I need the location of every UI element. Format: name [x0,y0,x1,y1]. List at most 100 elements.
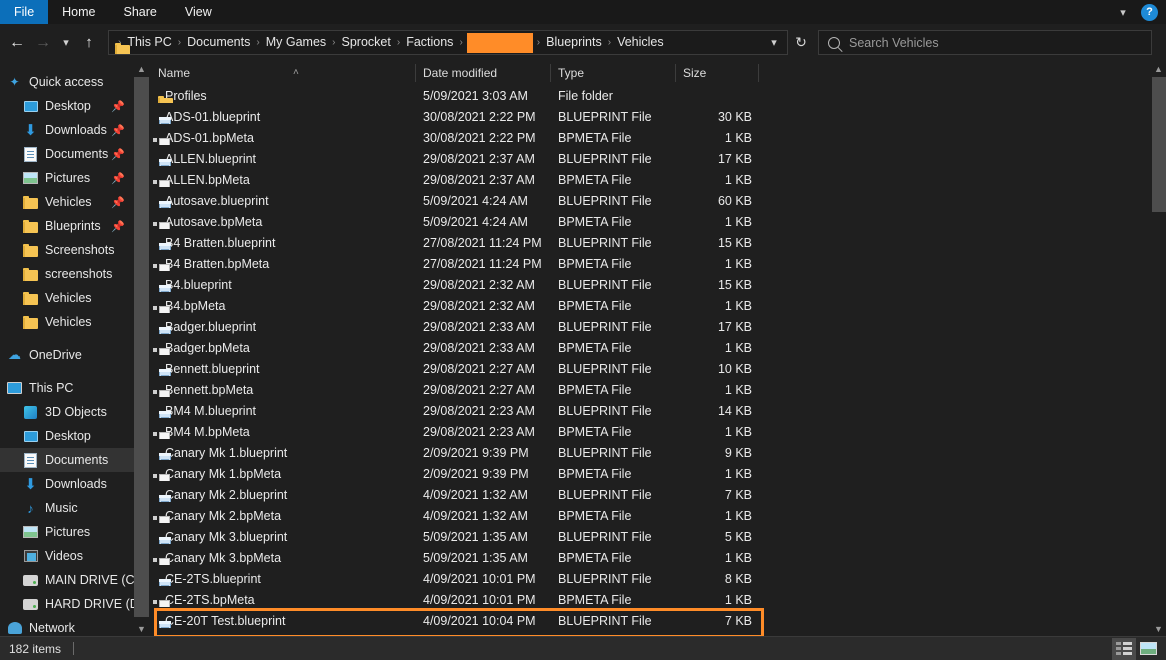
scroll-down-icon[interactable]: ▼ [1151,621,1166,636]
tab-home[interactable]: Home [48,0,109,24]
tab-view[interactable]: View [171,0,226,24]
tab-file[interactable]: File [0,0,49,24]
pin-icon[interactable]: 📌 [111,196,125,209]
table-row[interactable]: Canary Mk 1.bpMeta 2/09/2021 9:39 PM BPMET… [150,463,1151,484]
table-row[interactable]: B4 Bratten.blueprint 27/08/2021 11:24 PM B… [150,232,1151,253]
file-name-cell[interactable]: Badger.blueprint [150,320,415,334]
table-row[interactable]: B4.bpMeta 29/08/2021 2:32 AM BPMETA File 1 … [150,295,1151,316]
sidebar-item-3d-objects[interactable]: 3D Objects [0,400,134,424]
sidebar-group-quick-access[interactable]: ✦ Quick access [0,70,134,94]
arrow-up-icon[interactable]: ↑ [76,30,102,56]
thumbnails-view-icon[interactable] [1136,638,1160,660]
file-name-cell[interactable]: Profiles [150,89,415,103]
sidebar-item-vehicles-1[interactable]: Vehicles 📌 [0,190,134,214]
sidebar-item-videos[interactable]: Videos [0,544,134,568]
sidebar-item-vehicles-3[interactable]: Vehicles [0,310,134,334]
table-row[interactable]: BM4 M.blueprint 29/08/2021 2:23 AM BLUEPRI… [150,400,1151,421]
table-row[interactable]: Bennett.blueprint 29/08/2021 2:27 AM BLUEP… [150,358,1151,379]
scroll-up-icon[interactable]: ▲ [134,61,149,76]
table-row[interactable]: CE-20T Test.blueprint 4/09/2021 10:04 PM B… [150,608,1151,636]
file-name-cell[interactable]: ADS-01.blueprint [150,110,415,124]
table-row[interactable]: Autosave.bpMeta 5/09/2021 4:24 AM BPMETA F… [150,211,1151,232]
file-name-cell[interactable]: Canary Mk 2.bpMeta [150,509,415,523]
chevron-down-icon[interactable]: ▾ [56,30,76,56]
sidebar-item-pc-desktop[interactable]: Desktop [0,424,134,448]
sidebar-item-pc-pictures[interactable]: Pictures [0,520,134,544]
column-header-type[interactable]: Type [550,61,675,85]
file-name-cell[interactable]: Autosave.bpMeta [150,215,415,229]
table-row[interactable]: Badger.blueprint 29/08/2021 2:33 AM BLUEPR… [150,316,1151,337]
table-row[interactable]: B4 Bratten.bpMeta 27/08/2021 11:24 PM BPME… [150,253,1151,274]
file-name-cell[interactable]: Canary Mk 1.blueprint [150,446,415,460]
table-row[interactable]: ADS-01.blueprint 30/08/2021 2:22 PM BLUEPR… [150,106,1151,127]
table-row[interactable]: Canary Mk 3.bpMeta 5/09/2021 1:35 AM BPMET… [150,547,1151,568]
sidebar-item-downloads[interactable]: ⬇ Downloads 📌 [0,118,134,142]
sidebar-group-onedrive[interactable]: ☁ OneDrive [0,343,134,367]
file-list-scrollbar[interactable]: ▲ ▼ [1151,61,1166,636]
chevron-down-icon[interactable]: ▾ [1115,4,1131,20]
table-row[interactable]: Canary Mk 2.bpMeta 4/09/2021 1:32 AM BPMET… [150,505,1151,526]
file-name-cell[interactable]: Bennett.bpMeta [150,383,415,397]
table-row[interactable]: BM4 M.bpMeta 29/08/2021 2:23 AM BPMETA Fil… [150,421,1151,442]
sidebar-item-blueprints[interactable]: Blueprints 📌 [0,214,134,238]
help-button[interactable]: ? [1141,3,1158,21]
file-name-cell[interactable]: Canary Mk 2.blueprint [150,488,415,502]
scroll-down-icon[interactable]: ▼ [134,621,149,636]
breadcrumb-vehicles[interactable]: Vehicles [612,31,669,54]
sidebar-group-network[interactable]: Network [0,616,134,636]
file-name-cell[interactable]: CE-2TS.blueprint [150,572,415,586]
tab-share[interactable]: Share [110,0,171,24]
file-name-cell[interactable]: CE-20T Test.blueprint [150,614,415,628]
sidebar-item-music[interactable]: ♪ Music [0,496,134,520]
scrollbar-thumb[interactable] [134,77,149,617]
sidebar-group-this-pc[interactable]: This PC [0,376,134,400]
file-name-cell[interactable]: Canary Mk 1.bpMeta [150,467,415,481]
pin-icon[interactable]: 📌 [111,172,125,185]
sidebar-item-main-drive[interactable]: MAIN DRIVE (C:) [0,568,134,592]
address-bar[interactable]: › This PC › Documents › My Games › Sproc… [108,30,788,55]
table-row[interactable]: ADS-01.bpMeta 30/08/2021 2:22 PM BPMETA Fi… [150,127,1151,148]
table-row[interactable]: Bennett.bpMeta 29/08/2021 2:27 AM BPMETA F… [150,379,1151,400]
file-name-cell[interactable]: BM4 M.bpMeta [150,425,415,439]
table-row[interactable]: ALLEN.blueprint 29/08/2021 2:37 AM BLUEPRI… [150,148,1151,169]
file-name-cell[interactable]: BM4 M.blueprint [150,404,415,418]
breadcrumb-factions[interactable]: Factions [401,31,458,54]
file-name-cell[interactable]: Canary Mk 3.blueprint [150,530,415,544]
sidebar-item-hard-drive[interactable]: HARD DRIVE (D:) [0,592,134,616]
pin-icon[interactable]: 📌 [111,124,125,137]
table-row[interactable]: Canary Mk 2.blueprint 4/09/2021 1:32 AM BL… [150,484,1151,505]
sidebar-item-desktop[interactable]: Desktop 📌 [0,94,134,118]
table-row[interactable]: Profiles 5/09/2021 3:03 AM File folder [150,85,1151,106]
breadcrumb-documents[interactable]: Documents [182,31,255,54]
breadcrumb-redacted[interactable] [466,32,533,53]
arrow-right-icon[interactable]: → [30,30,56,56]
table-row[interactable]: Badger.bpMeta 29/08/2021 2:33 AM BPMETA Fi… [150,337,1151,358]
table-row[interactable]: ALLEN.bpMeta 29/08/2021 2:37 AM BPMETA Fil… [150,169,1151,190]
column-header-size[interactable]: Size [675,61,758,85]
breadcrumb-blueprints[interactable]: Blueprints [541,31,607,54]
sidebar-item-pictures[interactable]: Pictures 📌 [0,166,134,190]
table-row[interactable]: B4.blueprint 29/08/2021 2:32 AM BLUEPRINT … [150,274,1151,295]
breadcrumb-this-pc[interactable]: This PC [122,31,176,54]
sidebar-item-documents[interactable]: Documents 📌 [0,142,134,166]
sidebar-item-screenshots-upper[interactable]: Screenshots [0,238,134,262]
file-name-cell[interactable]: B4.blueprint [150,278,415,292]
file-name-cell[interactable]: Canary Mk 3.bpMeta [150,551,415,565]
scrollbar-thumb[interactable] [1152,77,1166,212]
table-row[interactable]: Autosave.blueprint 5/09/2021 4:24 AM BLUEP… [150,190,1151,211]
table-row[interactable]: CE-2TS.bpMeta 4/09/2021 10:01 PM BPMETA Fi… [150,589,1151,610]
file-name-cell[interactable]: B4.bpMeta [150,299,415,313]
sidebar-scrollbar[interactable]: ▲ ▼ [134,61,149,636]
column-header-name[interactable]: Name ˄ [150,61,415,85]
file-name-cell[interactable]: ADS-01.bpMeta [150,131,415,145]
pin-icon[interactable]: 📌 [111,100,125,113]
search-input[interactable]: Search Vehicles [818,30,1152,55]
table-row[interactable]: CE-2TS.blueprint 4/09/2021 10:01 PM BLUEPR… [150,568,1151,589]
breadcrumb-sprocket[interactable]: Sprocket [337,31,396,54]
chevron-down-icon[interactable]: ▾ [763,36,785,49]
file-name-cell[interactable]: ALLEN.blueprint [150,152,415,166]
file-name-cell[interactable]: CE-2TS.bpMeta [150,593,415,607]
file-name-cell[interactable]: Badger.bpMeta [150,341,415,355]
file-name-cell[interactable]: Bennett.blueprint [150,362,415,376]
file-name-cell[interactable]: B4 Bratten.bpMeta [150,257,415,271]
